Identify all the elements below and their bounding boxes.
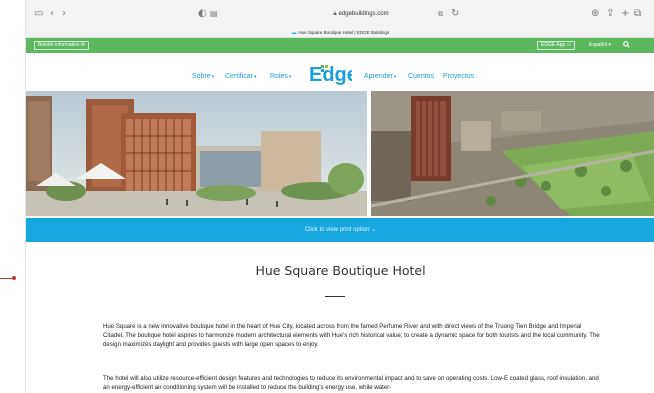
sidebar-icon[interactable]: ▭ — [34, 8, 43, 20]
chevron-down-icon: ▾ — [211, 74, 215, 80]
main-navigation: Sobre▾ Certificar▾ Roles▾ Edge Aprender▾… — [26, 53, 654, 91]
nav-roles[interactable]: Roles▾ — [270, 72, 291, 82]
browser-toolbar: ▭ ‹ › ◐ ▤ 🔒︎ edgebuildings.com ⧉ ↻ ⊕ ⇪ + … — [26, 0, 654, 28]
nav-cuentos[interactable]: Cuentos — [408, 72, 434, 82]
address-url: edgebuildings.com — [338, 11, 389, 17]
nav-certificar-label: Certificar — [225, 73, 254, 80]
top-utility-bar: Boletín informativo ✉ EDGE App ▭ Español… — [26, 38, 654, 53]
download-icon[interactable]: ⊕ — [591, 8, 599, 20]
new-tab-icon[interactable]: + — [621, 8, 629, 20]
tab-strip: ▬ Hue Square Boutique Hotel | EDGE Buildi… — [26, 28, 654, 38]
search-icon[interactable] — [623, 41, 630, 52]
nav-roles-label: Roles — [270, 73, 288, 80]
back-icon[interactable]: ‹ — [50, 8, 54, 20]
annotation-dot — [12, 276, 16, 280]
print-option-bar[interactable]: Click to view print option ⌄ — [26, 218, 654, 242]
nav-sobre[interactable]: Sobre▾ — [192, 72, 214, 82]
forward-icon[interactable]: › — [62, 8, 66, 20]
nav-proyectos[interactable]: Proyectos — [443, 72, 474, 82]
nav-sobre-label: Sobre — [192, 73, 211, 80]
share-icon[interactable]: ⇪ — [606, 8, 614, 20]
newsletter-button[interactable]: Boletín informativo ✉ — [34, 41, 89, 50]
lock-icon: 🔒︎ — [333, 11, 337, 17]
translate-icon[interactable]: ⧉ — [438, 8, 443, 20]
tabs-overview-icon[interactable]: ⧉ — [634, 8, 641, 20]
chevron-down-icon: ▾ — [254, 74, 257, 80]
page-icon[interactable]: ▤ — [210, 8, 218, 20]
browser-window: ▭ ‹ › ◐ ▤ 🔒︎ edgebuildings.com ⧉ ↻ ⊕ ⇪ + … — [25, 0, 654, 393]
address-bar[interactable]: 🔒︎ edgebuildings.com — [286, 7, 436, 21]
nav-proyectos-label: Proyectos — [443, 73, 475, 80]
hero-image-street-view — [26, 91, 367, 216]
nav-certificar[interactable]: Certificar▾ — [225, 72, 257, 82]
nav-aprender-label: Aprender — [364, 73, 393, 80]
description-paragraph-1: Hue Square is a new innovative boutique … — [103, 323, 600, 349]
tab-title-text: Hue Square Boutique Hotel | EDGE Buildin… — [298, 30, 390, 35]
chevron-down-icon: ▾ — [288, 74, 292, 80]
edge-app-button[interactable]: EDGE App ▭ — [537, 41, 576, 50]
language-select[interactable]: Español ▾ — [589, 41, 611, 50]
reload-icon[interactable]: ↻ — [451, 8, 459, 20]
edge-logo[interactable]: Edge — [308, 62, 352, 86]
description-paragraph-2: The hotel will also utilize resource-eff… — [103, 375, 599, 392]
chevron-down-icon: ▾ — [393, 74, 397, 80]
tab-active[interactable]: ▬ Hue Square Boutique Hotel | EDGE Buildi… — [26, 29, 654, 37]
edge-favicon-icon: ▬ — [291, 30, 297, 35]
edge-logo-text: Edge — [309, 64, 352, 86]
privacy-shield-icon[interactable]: ◐ — [198, 8, 207, 20]
nav-aprender[interactable]: Aprender▾ — [364, 72, 396, 82]
title-divider — [325, 296, 345, 297]
hero-image-aerial-view — [371, 91, 654, 216]
nav-cuentos-label: Cuentos — [408, 73, 435, 80]
page-title: Hue Square Boutique Hotel — [255, 263, 426, 278]
